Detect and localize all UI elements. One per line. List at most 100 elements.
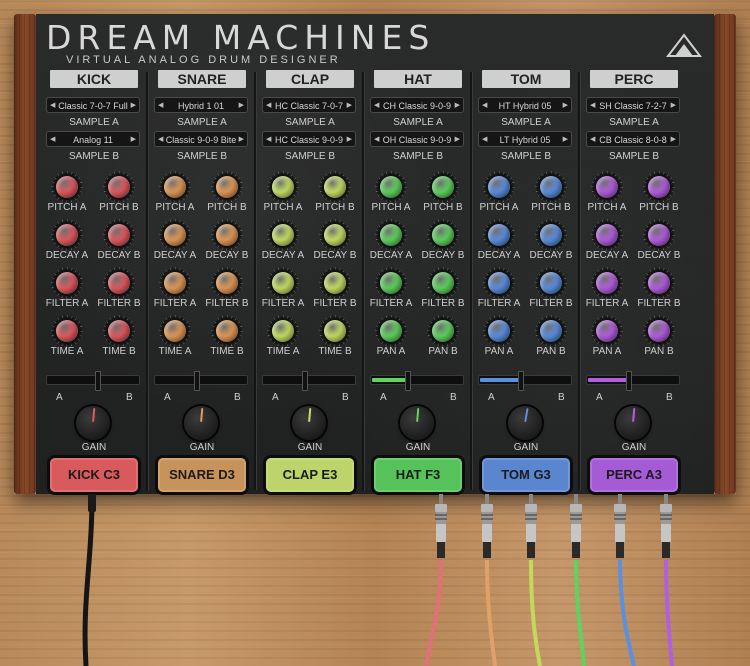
tom-ab-mix-thumb[interactable] (518, 371, 524, 391)
perc-sample-a-select[interactable]: ◀ SH Classic 7-2-7 ▶ (586, 97, 680, 113)
perc-knob-decay-a[interactable] (596, 224, 618, 246)
clap-output-jack[interactable] (524, 494, 538, 560)
snare-knob-pitch-a[interactable] (164, 176, 186, 198)
perc-ab-mix-slider[interactable] (586, 371, 680, 391)
arrow-left-icon[interactable]: ◀ (50, 98, 55, 114)
hat-knob-decay-a[interactable] (380, 224, 402, 246)
hat-trigger-pad[interactable]: HAT F3 (374, 458, 462, 492)
tom-output-jack[interactable] (613, 494, 627, 560)
clap-knob-filter-a[interactable] (272, 272, 294, 294)
arrow-right-icon[interactable]: ▶ (131, 98, 136, 114)
clap-knob-time-a[interactable] (272, 320, 294, 342)
snare-knob-pitch-b[interactable] (216, 176, 238, 198)
kick-knob-filter-b[interactable] (108, 272, 130, 294)
arrow-right-icon[interactable]: ▶ (131, 132, 136, 148)
tom-trigger-pad[interactable]: TOM G3 (482, 458, 570, 492)
tom-sample-a-select[interactable]: ◀ HT Hybrid 05 ▶ (478, 97, 572, 113)
clap-knob-pitch-b[interactable] (324, 176, 346, 198)
arrow-right-icon[interactable]: ▶ (347, 132, 352, 148)
perc-sample-b-select[interactable]: ◀ CB Classic 8-0-8 ▶ (586, 131, 680, 147)
perc-knob-pitch-a[interactable] (596, 176, 618, 198)
hat-ab-mix-slider[interactable] (370, 371, 464, 391)
arrow-left-icon[interactable]: ◀ (590, 132, 595, 148)
kick-trigger-pad[interactable]: KICK C3 (50, 458, 138, 492)
arrow-left-icon[interactable]: ◀ (374, 98, 379, 114)
snare-gain-knob[interactable] (184, 406, 218, 440)
kick-knob-decay-a[interactable] (56, 224, 78, 246)
perc-knob-pan-a[interactable] (596, 320, 618, 342)
snare-knob-time-b[interactable] (216, 320, 238, 342)
kick-knob-time-a[interactable] (56, 320, 78, 342)
snare-knob-decay-b[interactable] (216, 224, 238, 246)
clap-ab-mix-slider[interactable] (262, 371, 356, 391)
arrow-right-icon[interactable]: ▶ (347, 98, 352, 114)
arrow-left-icon[interactable]: ◀ (50, 132, 55, 148)
perc-knob-pitch-b[interactable] (648, 176, 670, 198)
perc-trigger-pad[interactable]: PERC A3 (590, 458, 678, 492)
clap-knob-decay-b[interactable] (324, 224, 346, 246)
tom-ab-mix-slider[interactable] (478, 371, 572, 391)
kick-sample-b-select[interactable]: ◀ Analog 11 ▶ (46, 131, 140, 147)
clap-sample-b-select[interactable]: ◀ HC Classic 9-0-9 ▶ (262, 131, 356, 147)
arrow-left-icon[interactable]: ◀ (482, 132, 487, 148)
snare-knob-time-a[interactable] (164, 320, 186, 342)
tom-gain-knob[interactable] (508, 406, 542, 440)
arrow-right-icon[interactable]: ▶ (563, 132, 568, 148)
hat-knob-filter-a[interactable] (380, 272, 402, 294)
tom-knob-decay-b[interactable] (540, 224, 562, 246)
hat-sample-a-select[interactable]: ◀ CH Classic 9-0-9 ▶ (370, 97, 464, 113)
snare-knob-filter-b[interactable] (216, 272, 238, 294)
hat-knob-pan-a[interactable] (380, 320, 402, 342)
hat-ab-mix-thumb[interactable] (405, 371, 411, 391)
arrow-right-icon[interactable]: ▶ (671, 132, 676, 148)
tom-sample-b-select[interactable]: ◀ LT Hybrid 05 ▶ (478, 131, 572, 147)
arrow-right-icon[interactable]: ▶ (239, 132, 244, 148)
main-output-jack[interactable] (86, 494, 98, 512)
clap-gain-knob[interactable] (292, 406, 326, 440)
perc-gain-knob[interactable] (616, 406, 650, 440)
arrow-right-icon[interactable]: ▶ (239, 98, 244, 114)
snare-sample-a-select[interactable]: ◀ Hybrid 1 01 ▶ (154, 97, 248, 113)
clap-knob-time-b[interactable] (324, 320, 346, 342)
hat-gain-knob[interactable] (400, 406, 434, 440)
clap-trigger-pad[interactable]: CLAP E3 (266, 458, 354, 492)
kick-output-jack[interactable] (434, 494, 448, 560)
clap-ab-mix-thumb[interactable] (302, 371, 308, 391)
perc-output-jack[interactable] (659, 494, 673, 560)
arrow-right-icon[interactable]: ▶ (671, 98, 676, 114)
clap-sample-a-select[interactable]: ◀ HC Classic 7-0-7 ▶ (262, 97, 356, 113)
perc-knob-pan-b[interactable] (648, 320, 670, 342)
arrow-left-icon[interactable]: ◀ (158, 98, 163, 114)
arrow-right-icon[interactable]: ▶ (563, 98, 568, 114)
snare-ab-mix-thumb[interactable] (194, 371, 200, 391)
clap-knob-filter-b[interactable] (324, 272, 346, 294)
kick-knob-pitch-a[interactable] (56, 176, 78, 198)
hat-knob-pitch-a[interactable] (380, 176, 402, 198)
hat-knob-filter-b[interactable] (432, 272, 454, 294)
tom-knob-filter-a[interactable] (488, 272, 510, 294)
perc-knob-filter-a[interactable] (596, 272, 618, 294)
kick-knob-time-b[interactable] (108, 320, 130, 342)
arrow-right-icon[interactable]: ▶ (455, 132, 460, 148)
tom-knob-filter-b[interactable] (540, 272, 562, 294)
arrow-right-icon[interactable]: ▶ (455, 98, 460, 114)
hat-knob-pan-b[interactable] (432, 320, 454, 342)
tom-knob-pan-b[interactable] (540, 320, 562, 342)
arrow-left-icon[interactable]: ◀ (482, 98, 487, 114)
perc-knob-decay-b[interactable] (648, 224, 670, 246)
hat-knob-decay-b[interactable] (432, 224, 454, 246)
tom-knob-pitch-b[interactable] (540, 176, 562, 198)
arrow-left-icon[interactable]: ◀ (266, 132, 271, 148)
kick-knob-pitch-b[interactable] (108, 176, 130, 198)
snare-knob-decay-a[interactable] (164, 224, 186, 246)
arrow-left-icon[interactable]: ◀ (158, 132, 163, 148)
perc-ab-mix-thumb[interactable] (626, 371, 632, 391)
clap-knob-decay-a[interactable] (272, 224, 294, 246)
hat-sample-b-select[interactable]: ◀ OH Classic 9-0-9 ▶ (370, 131, 464, 147)
tom-knob-pitch-a[interactable] (488, 176, 510, 198)
snare-sample-b-select[interactable]: ◀ Classic 9-0-9 Bite ▶ (154, 131, 248, 147)
kick-knob-decay-b[interactable] (108, 224, 130, 246)
kick-ab-mix-slider[interactable] (46, 371, 140, 391)
perc-knob-filter-b[interactable] (648, 272, 670, 294)
tom-knob-pan-a[interactable] (488, 320, 510, 342)
